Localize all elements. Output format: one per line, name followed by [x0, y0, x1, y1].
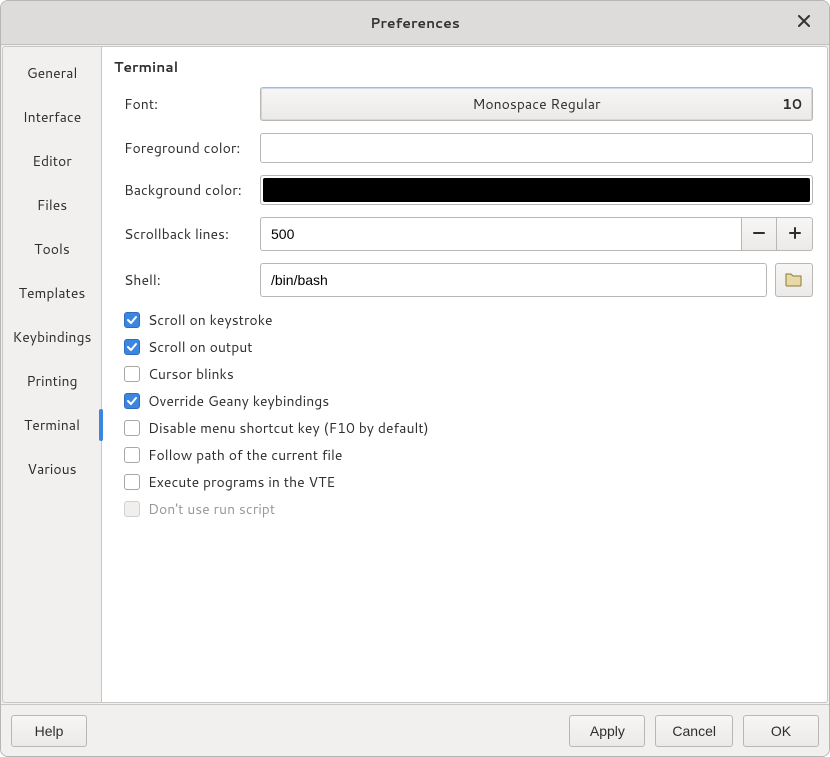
check-dont-use-run-script: Don't use run script [124, 498, 813, 520]
minus-icon [752, 225, 766, 243]
tab-terminal[interactable]: Terminal [3, 403, 101, 447]
check-label: Override Geany keybindings [148, 391, 329, 411]
background-color-button[interactable] [260, 175, 813, 205]
scrollback-input[interactable] [260, 217, 741, 251]
shell-browse-button[interactable] [775, 263, 813, 297]
tab-general[interactable]: General [3, 51, 101, 95]
scrollback-label: Scrollback lines: [124, 224, 252, 244]
check-label: Scroll on output [148, 337, 253, 357]
scrollback-spin [260, 217, 813, 251]
font-size: 10 [782, 94, 802, 114]
check-scroll-keystroke[interactable]: Scroll on keystroke [124, 309, 813, 331]
fg-label: Foreground color: [124, 138, 252, 158]
plus-icon [788, 225, 802, 243]
terminal-panel: Terminal Font: Monospace Regular 10 Fore… [102, 46, 828, 703]
check-override-keybindings[interactable]: Override Geany keybindings [124, 390, 813, 412]
window-title: Preferences [370, 13, 460, 33]
fg-swatch [263, 136, 810, 160]
tab-interface[interactable]: Interface [3, 95, 101, 139]
font-label: Font: [124, 94, 252, 114]
folder-icon [785, 271, 803, 290]
tab-printing[interactable]: Printing [3, 359, 101, 403]
check-scroll-output[interactable]: Scroll on output [124, 336, 813, 358]
terminal-checks: Scroll on keystroke Scroll on output Cur… [114, 309, 813, 520]
check-disable-menu-shortcut[interactable]: Disable menu shortcut key (F10 by defaul… [124, 417, 813, 439]
help-button[interactable]: Help [11, 715, 87, 747]
check-label: Disable menu shortcut key (F10 by defaul… [148, 418, 429, 438]
close-icon [798, 14, 810, 32]
tab-files[interactable]: Files [3, 183, 101, 227]
dialog-buttons: Help Apply Cancel OK [1, 704, 829, 756]
tab-tools[interactable]: Tools [3, 227, 101, 271]
foreground-color-button[interactable] [260, 133, 813, 163]
check-label: Scroll on keystroke [148, 310, 273, 330]
check-cursor-blinks[interactable]: Cursor blinks [124, 363, 813, 385]
shell-row [260, 263, 813, 297]
preferences-tabs: General Interface Editor Files Tools Tem… [2, 46, 102, 703]
font-chooser-button[interactable]: Monospace Regular 10 [260, 87, 813, 121]
title-bar: Preferences [1, 1, 829, 45]
check-label: Cursor blinks [148, 364, 234, 384]
check-execute-in-vte[interactable]: Execute programs in the VTE [124, 471, 813, 493]
tab-keybindings[interactable]: Keybindings [3, 315, 101, 359]
preferences-dialog: Preferences General Interface Editor Fil… [0, 0, 830, 757]
tab-various[interactable]: Various [3, 447, 101, 491]
cancel-button[interactable]: Cancel [655, 715, 733, 747]
apply-button[interactable]: Apply [569, 715, 645, 747]
section-title: Terminal [114, 57, 813, 77]
tab-templates[interactable]: Templates [3, 271, 101, 315]
tab-editor[interactable]: Editor [3, 139, 101, 183]
check-label: Follow path of the current file [148, 445, 342, 465]
font-name: Monospace Regular [261, 94, 812, 114]
check-label: Don't use run script [148, 499, 275, 519]
scrollback-decrement[interactable] [741, 217, 777, 251]
shell-label: Shell: [124, 270, 252, 290]
ok-button[interactable]: OK [743, 715, 819, 747]
close-button[interactable] [789, 1, 819, 45]
check-label: Execute programs in the VTE [148, 472, 335, 492]
scrollback-increment[interactable] [777, 217, 813, 251]
shell-input[interactable] [260, 263, 767, 297]
bg-label: Background color: [124, 180, 252, 200]
bg-swatch [263, 178, 810, 202]
check-follow-path[interactable]: Follow path of the current file [124, 444, 813, 466]
